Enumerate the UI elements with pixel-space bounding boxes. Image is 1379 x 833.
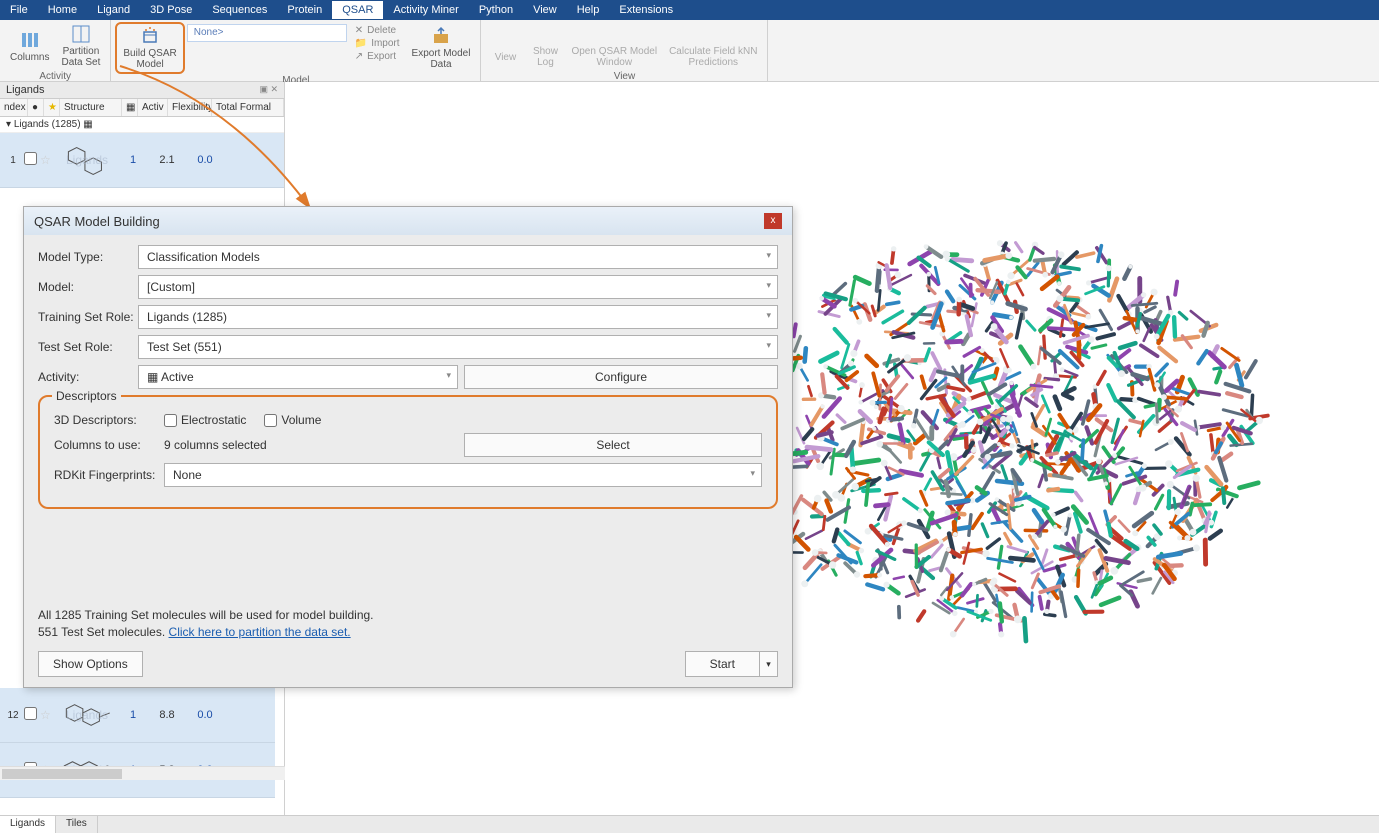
training-set-select[interactable]: Ligands (1285) xyxy=(138,305,778,329)
row-activ: 1 xyxy=(118,709,148,721)
ligand-row[interactable]: 12 ☆ Ligands 1 8.8 0.0 xyxy=(0,688,275,743)
ribbon-group-model: Build QSAR Model None> ✕Delete 📁Import ↗… xyxy=(111,20,481,81)
tab-tiles[interactable]: Tiles xyxy=(56,816,98,833)
show-options-button[interactable]: Show Options xyxy=(38,651,143,677)
select-columns-button[interactable]: Select xyxy=(464,433,762,457)
menu-view[interactable]: View xyxy=(523,1,567,19)
electrostatic-checkbox[interactable]: Electrostatic xyxy=(164,413,246,427)
col-structure[interactable]: Structure xyxy=(60,99,122,116)
columns-selected-text: 9 columns selected xyxy=(164,438,464,452)
volume-checkbox[interactable]: Volume xyxy=(264,413,321,427)
star-icon[interactable]: ☆ xyxy=(40,153,56,167)
columns-button[interactable]: Columns xyxy=(4,22,55,70)
descriptors-group: Descriptors 3D Descriptors: Electrostati… xyxy=(38,395,778,509)
export-button[interactable]: ↗Export xyxy=(349,50,406,63)
ligands-panel-header: Ligands ▣ ✕ xyxy=(0,82,284,99)
star-icon[interactable]: ☆ xyxy=(40,708,56,722)
menu-python[interactable]: Python xyxy=(469,1,523,19)
start-dropdown[interactable]: ▾ xyxy=(760,651,778,677)
import-button[interactable]: 📁Import xyxy=(349,37,406,50)
row-total: 0.0 xyxy=(186,154,224,166)
partition-link[interactable]: Click here to partition the data set. xyxy=(169,625,351,639)
menu-bar: File Home Ligand 3D Pose Sequences Prote… xyxy=(0,0,1379,20)
view-button[interactable]: View xyxy=(485,22,525,70)
menu-file[interactable]: File xyxy=(0,1,38,19)
row-index: 12 xyxy=(2,710,24,721)
col-grid[interactable]: ▦ xyxy=(122,99,138,116)
menu-extensions[interactable]: Extensions xyxy=(609,1,683,19)
start-button[interactable]: Start xyxy=(685,651,760,677)
export-icon: ↗ xyxy=(355,51,363,62)
structure-thumbnail: Ligands xyxy=(56,139,118,181)
menu-sequences[interactable]: Sequences xyxy=(202,1,277,19)
menu-activity-miner[interactable]: Activity Miner xyxy=(383,1,468,19)
activity-label: Activity: xyxy=(38,370,138,384)
ligands-columns: ndex ● ★ Structure ▦ Activ Flexibility T… xyxy=(0,99,284,117)
test-set-select[interactable]: Test Set (551) xyxy=(138,335,778,359)
ligands-tree-node[interactable]: ▾ Ligands (1285) ▦ xyxy=(0,117,284,133)
columns-to-use-label: Columns to use: xyxy=(54,438,164,452)
menu-ligand[interactable]: Ligand xyxy=(87,1,140,19)
build-model-icon xyxy=(140,26,160,46)
qsar-model-building-dialog: QSAR Model Building x Model Type: Classi… xyxy=(23,206,793,688)
descriptors-legend: Descriptors xyxy=(52,389,121,403)
open-qsar-window-button[interactable]: Open QSAR Model Window xyxy=(565,22,663,70)
tab-ligands[interactable]: Ligands xyxy=(0,816,56,833)
ribbon: Columns Partition Data Set Activity Buil… xyxy=(0,20,1379,82)
calc-knn-button[interactable]: Calculate Field kNN Predictions xyxy=(663,22,763,70)
export-data-icon xyxy=(431,26,451,46)
row-activ: 1 xyxy=(118,154,148,166)
rdkit-select[interactable]: None xyxy=(164,463,762,487)
model-select[interactable]: [Custom] xyxy=(138,275,778,299)
configure-button[interactable]: Configure xyxy=(464,365,778,389)
col-total-formal[interactable]: Total Formal xyxy=(212,99,284,116)
dialog-info-text: All 1285 Training Set molecules will be … xyxy=(38,607,778,641)
bottom-tabs: Ligands Tiles xyxy=(0,815,1379,833)
import-icon: 📁 xyxy=(355,38,367,49)
row-total: 0.0 xyxy=(186,709,224,721)
menu-home[interactable]: Home xyxy=(38,1,87,19)
row-flex: 2.1 xyxy=(148,154,186,166)
ribbon-group-activity: Columns Partition Data Set Activity xyxy=(0,20,111,81)
menu-qsar[interactable]: QSAR xyxy=(332,1,383,19)
delete-button[interactable]: ✕Delete xyxy=(349,24,406,37)
activity-select[interactable]: ▦ Active xyxy=(138,365,458,389)
row-checkbox[interactable] xyxy=(24,707,37,720)
delete-icon: ✕ xyxy=(355,25,363,36)
col-index[interactable]: ndex xyxy=(0,99,28,116)
rdkit-label: RDKit Fingerprints: xyxy=(54,468,164,482)
model-label: Model: xyxy=(38,280,138,294)
col-dot[interactable]: ● xyxy=(28,99,44,116)
show-log-button[interactable]: Show Log xyxy=(525,22,565,70)
model-dropdown[interactable]: None> xyxy=(187,24,347,42)
dialog-title-text: QSAR Model Building xyxy=(34,214,160,229)
structure-thumbnail: Ligands xyxy=(56,694,118,736)
col-flexibility[interactable]: Flexibility xyxy=(168,99,212,116)
ligand-row[interactable]: 1 ☆ Ligands 1 2.1 0.0 xyxy=(0,133,284,188)
partition-button[interactable]: Partition Data Set xyxy=(55,22,106,70)
dialog-titlebar[interactable]: QSAR Model Building x xyxy=(24,207,792,235)
col-star[interactable]: ★ xyxy=(44,99,60,116)
menu-3dpose[interactable]: 3D Pose xyxy=(140,1,202,19)
model-type-select[interactable]: Classification Models xyxy=(138,245,778,269)
training-set-label: Training Set Role: xyxy=(38,310,138,324)
partition-icon xyxy=(71,24,91,44)
col-activ[interactable]: Activ xyxy=(138,99,168,116)
row-checkbox[interactable] xyxy=(24,152,37,165)
horizontal-scrollbar[interactable] xyxy=(0,766,285,780)
panel-controls[interactable]: ▣ ✕ xyxy=(259,84,278,96)
model-type-label: Model Type: xyxy=(38,250,138,264)
menu-help[interactable]: Help xyxy=(567,1,610,19)
build-qsar-model-button[interactable]: Build QSAR Model xyxy=(115,22,184,74)
row-index: 1 xyxy=(2,155,24,166)
3d-descriptors-label: 3D Descriptors: xyxy=(54,413,164,427)
menu-protein[interactable]: Protein xyxy=(277,1,332,19)
row-flex: 8.8 xyxy=(148,709,186,721)
test-set-label: Test Set Role: xyxy=(38,340,138,354)
ribbon-group-view: View Show Log Open QSAR Model Window Cal… xyxy=(481,20,768,81)
columns-icon xyxy=(20,30,40,50)
export-model-data-button[interactable]: Export Model Data xyxy=(406,22,477,74)
ligand-rows-lower: 12 ☆ Ligands 1 8.8 0.0 13 ☆ Ligands 1 5.… xyxy=(0,688,275,798)
close-button[interactable]: x xyxy=(764,213,782,229)
